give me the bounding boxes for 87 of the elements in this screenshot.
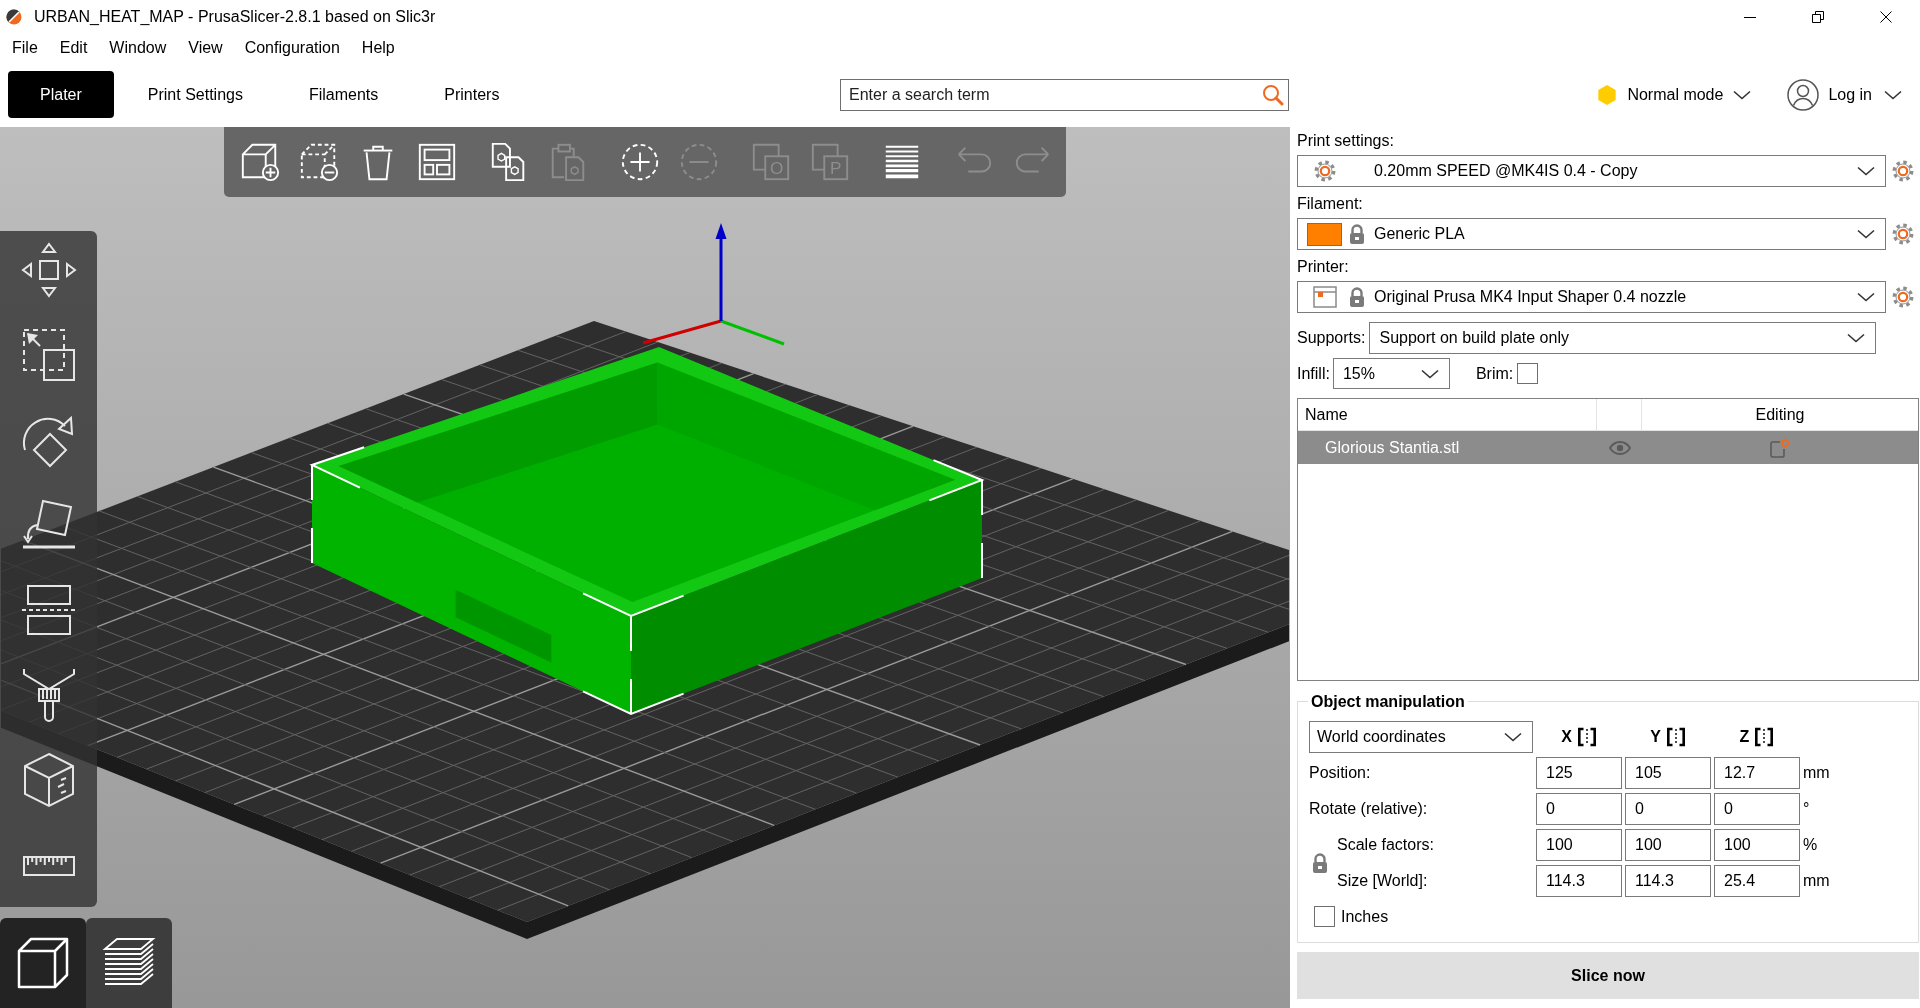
- field-label: Position:: [1309, 763, 1372, 783]
- chevron-down-icon: [1857, 166, 1875, 176]
- field-label: Size [World]:: [1336, 871, 1429, 891]
- tab[interactable]: Plater: [8, 71, 114, 118]
- filament-dropdown[interactable]: Generic PLA: [1297, 218, 1886, 250]
- window-title: URBAN_HEAT_MAP - PrusaSlicer-2.8.1 based on Slic3r: [34, 7, 436, 27]
- unit-label: mm: [1803, 763, 1831, 783]
- field-label: Printer:: [1297, 258, 1349, 275]
- gear-icon[interactable]: [1892, 160, 1914, 182]
- view-3d-button[interactable]: [0, 918, 86, 1008]
- column-header: Editing: [1755, 405, 1805, 425]
- infill-dropdown[interactable]: 15%: [1332, 358, 1450, 389]
- unit-label: °: [1803, 799, 1811, 819]
- dashed-circle-plus-icon[interactable]: [619, 141, 661, 183]
- print-preset-dropdown[interactable]: 0.20mm SPEED @MK4IS 0.4 - Copy: [1297, 155, 1886, 187]
- color-swatch-icon: [1307, 222, 1342, 246]
- coordinates-dropdown[interactable]: World coordinates: [1309, 721, 1533, 753]
- menu-item[interactable]: Help: [350, 34, 406, 62]
- gear-icon[interactable]: [1892, 223, 1914, 245]
- user-icon: [1787, 78, 1820, 111]
- number-field[interactable]: 114.3: [1536, 865, 1622, 897]
- chevron-down-icon: [1857, 229, 1875, 239]
- number-field[interactable]: 100: [1625, 829, 1711, 861]
- gear-icon: [1313, 160, 1336, 182]
- unit-label: %: [1803, 835, 1819, 855]
- cube-icon: [15, 935, 71, 991]
- menu-item[interactable]: Edit: [48, 34, 99, 62]
- field-label: Infill:: [1297, 363, 1330, 384]
- menu-item[interactable]: Configuration: [233, 34, 351, 62]
- app-logo-icon: [6, 9, 22, 25]
- chevron-down-icon: [1847, 333, 1866, 343]
- chevron-down-icon: [1857, 292, 1875, 302]
- number-field[interactable]: 125: [1536, 757, 1622, 789]
- menu-item[interactable]: View: [177, 34, 234, 62]
- printer-icon: [1312, 286, 1337, 308]
- field-label: Rotate (relative):: [1309, 799, 1429, 819]
- hexagon-icon: [1598, 84, 1617, 105]
- tab[interactable]: Filaments: [276, 71, 411, 118]
- number-field[interactable]: 100: [1714, 829, 1800, 861]
- menu-item[interactable]: Window: [98, 34, 178, 62]
- dashed-cube-minus-icon[interactable]: [298, 141, 340, 183]
- field-label: Supports:: [1297, 328, 1366, 348]
- layout-icon[interactable]: [416, 141, 458, 183]
- field-label: Filament:: [1297, 195, 1363, 212]
- tab[interactable]: Printers: [412, 71, 532, 118]
- checkbox-label: Inches: [1341, 906, 1389, 927]
- number-field[interactable]: 105: [1625, 757, 1711, 789]
- field-label: Brim:: [1475, 363, 1514, 384]
- axis-label: Z: [1739, 727, 1750, 747]
- number-field[interactable]: 12.7: [1714, 757, 1800, 789]
- close-icon: [1880, 11, 1892, 23]
- number-field[interactable]: 114.3: [1625, 865, 1711, 897]
- mode-dropdown[interactable]: Normal mode: [1598, 84, 1752, 105]
- bracket-icon[interactable]: [1665, 727, 1686, 747]
- number-field[interactable]: 0: [1536, 793, 1622, 825]
- tab[interactable]: Print Settings: [115, 71, 275, 118]
- unit-label: mm: [1803, 871, 1831, 891]
- printer-dropdown[interactable]: Original Prusa MK4 Input Shaper 0.4 nozzle: [1297, 281, 1886, 313]
- bracket-icon[interactable]: [1754, 727, 1775, 747]
- search-field[interactable]: Enter a search term: [840, 78, 1289, 111]
- bracket-icon[interactable]: [1576, 727, 1597, 747]
- chevron-down-icon: [1733, 89, 1752, 100]
- column-header: Name: [1305, 406, 1348, 423]
- axis-label: Y: [1650, 727, 1661, 747]
- field-label: Scale factors:: [1336, 835, 1435, 855]
- chevron-down-icon: [1420, 368, 1439, 379]
- number-field[interactable]: 100: [1536, 829, 1622, 861]
- chevron-down-icon: [1504, 732, 1522, 742]
- axis-label: X: [1561, 727, 1572, 747]
- preview-button[interactable]: [86, 918, 172, 1008]
- brim-checkbox[interactable]: [1517, 363, 1539, 384]
- number-field[interactable]: 0: [1625, 793, 1711, 825]
- inches-checkbox[interactable]: [1314, 906, 1335, 927]
- number-field[interactable]: 0: [1714, 793, 1800, 825]
- field-label: Print settings:: [1297, 132, 1394, 149]
- minimize-icon: [1744, 16, 1756, 18]
- slice-button[interactable]: Slice now: [1297, 952, 1919, 999]
- supports-dropdown[interactable]: Support on build plate only: [1369, 322, 1877, 354]
- search-icon[interactable]: [1262, 83, 1284, 106]
- object-name: Glorious Stantia.stl: [1325, 438, 1460, 456]
- chevron-down-icon: [1884, 89, 1902, 100]
- gear-icon[interactable]: [1892, 286, 1914, 308]
- menu-item[interactable]: File: [1, 34, 49, 62]
- number-field[interactable]: 25.4: [1714, 865, 1800, 897]
- login-button[interactable]: Log in: [1787, 78, 1902, 111]
- cube-plus-icon[interactable]: [239, 141, 281, 183]
- restore-icon: [1812, 11, 1824, 23]
